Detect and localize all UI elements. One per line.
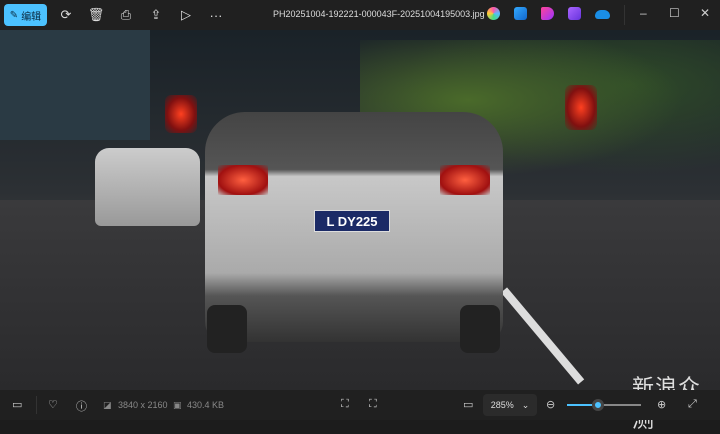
taillight-left	[218, 165, 268, 195]
onedrive-icon[interactable]	[595, 10, 610, 19]
zoom-out-button[interactable]: ⊖	[546, 398, 555, 411]
fit-to-window-button[interactable]: ▭	[463, 398, 473, 411]
tire-right	[460, 305, 500, 353]
info-button[interactable]: ⓘ	[76, 398, 87, 414]
delete-button[interactable]: 🗑	[83, 4, 109, 26]
photo-viewport[interactable]: L DY225	[0, 30, 720, 390]
minimize-button[interactable]: –	[640, 6, 647, 20]
zoom-select[interactable]: 285% ⌄	[483, 394, 537, 416]
share-button[interactable]: ⇪	[143, 4, 169, 26]
resolution-icon: ◪	[103, 400, 112, 410]
status-bar: ▭ ♡ ⓘ ◪ 3840 x 2160 ▣ 430.4 KB ⛶ ⛶ ▭ 285…	[0, 390, 720, 420]
chevron-down-icon: ⌄	[521, 399, 530, 410]
favorite-button[interactable]: ♡	[48, 398, 58, 411]
file-size: 430.4 KB	[187, 400, 225, 410]
license-plate: L DY225	[314, 210, 390, 232]
close-button[interactable]: ✕	[700, 6, 710, 20]
title-bar: ✎ 编辑 ⟳ 🗑 ⎙ ⇪ ▷ ··· PH20251004-192221-0000…	[0, 0, 720, 30]
zoom-in-button[interactable]: ⊕	[657, 398, 666, 411]
zoom-slider[interactable]	[567, 399, 641, 411]
edit-button[interactable]: ✎ 编辑	[4, 4, 47, 26]
traffic-light	[565, 85, 597, 130]
tire-left	[207, 305, 247, 353]
file-name: PH20251004-192221-000043F-20251004195003…	[273, 9, 485, 19]
slideshow-button[interactable]: ▷	[173, 4, 199, 26]
fullscreen-button[interactable]: ⤢	[688, 398, 697, 411]
photos-editor-icon[interactable]	[514, 7, 527, 20]
file-size-icon: ▣	[173, 400, 182, 410]
maximize-button[interactable]: ☐	[669, 6, 680, 20]
rotate-button[interactable]: ⟳	[53, 4, 79, 26]
taillight-right	[440, 165, 490, 195]
filmstrip-button[interactable]: ▭	[12, 398, 22, 411]
building	[0, 30, 150, 140]
designer-icon[interactable]	[541, 7, 554, 20]
resolution: 3840 x 2160	[118, 400, 168, 410]
detect-objects-button[interactable]: ⛶	[341, 398, 349, 411]
visual-search-button[interactable]: ⛶	[369, 398, 377, 411]
more-button[interactable]: ···	[203, 4, 229, 26]
car-left	[95, 148, 200, 226]
zoom-slider-thumb[interactable]	[592, 399, 605, 411]
clipchamp-icon[interactable]	[568, 7, 581, 20]
traffic-light	[165, 95, 197, 133]
print-button[interactable]: ⎙	[113, 4, 139, 26]
edit-icon: ✎	[9, 9, 19, 21]
copilot-icon[interactable]	[487, 7, 500, 20]
